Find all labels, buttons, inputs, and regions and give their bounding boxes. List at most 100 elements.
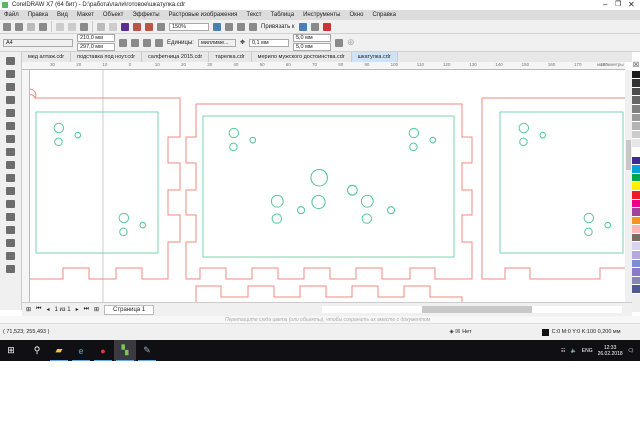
undo-icon[interactable] [97,22,105,31]
edge-icon[interactable]: e [70,340,92,361]
minimize-button[interactable]: – [603,0,607,9]
add-page-after-icon[interactable]: ⊞ [94,306,99,313]
ellipse-tool-icon[interactable] [6,148,15,156]
menu-item[interactable]: Эффекты [132,12,159,18]
polygon-tool-icon[interactable] [6,161,15,169]
vertical-scrollbar[interactable] [625,70,632,302]
document-tab[interactable]: мед алтаж.cdr [22,52,72,62]
vertical-scroll-thumb[interactable] [626,140,631,170]
language-indicator[interactable]: ENG [582,348,593,354]
search-content-icon[interactable] [121,22,129,31]
eyedropper-tool-icon[interactable] [6,239,15,247]
transparency-tool-icon[interactable] [6,226,15,234]
color-swatch[interactable] [632,87,640,97]
crop-tool-icon[interactable] [6,83,15,91]
file-explorer-icon[interactable]: ▰ [48,340,70,361]
treat-as-filled-icon[interactable] [334,38,343,47]
menu-item[interactable]: Справка [372,12,396,18]
volume-icon[interactable]: 🔈 [571,348,577,354]
start-icon[interactable]: ⊞ [0,340,22,361]
artistic-media-tool-icon[interactable] [6,122,15,130]
document-tab[interactable]: салфетница 2015.cdr [142,52,210,62]
rectangle-tool-icon[interactable] [6,135,15,143]
page-width-input[interactable]: 210,0 мм [77,34,115,42]
next-page-icon[interactable]: ▸ [76,306,79,313]
menu-item[interactable]: Вид [57,12,68,18]
restore-button[interactable]: ❐ [615,0,621,8]
copy-icon[interactable] [68,22,76,31]
outline-color-swatch[interactable] [541,328,549,336]
drop-shadow-tool-icon[interactable] [6,213,15,221]
units-select[interactable]: миллиме... [197,38,236,47]
welcome-icon[interactable] [298,22,307,31]
document-tab[interactable]: тарелка.cdr [209,52,252,62]
color-swatch[interactable] [632,225,640,234]
color-swatch[interactable] [632,122,640,131]
vertical-ruler[interactable] [22,70,30,302]
menu-item[interactable]: Макет [77,12,94,18]
drawing-canvas[interactable] [30,70,625,302]
color-swatch[interactable] [632,276,640,286]
color-swatch[interactable] [632,173,640,183]
zoom-select[interactable]: 150% [169,22,209,31]
freehand-tool-icon[interactable] [6,109,15,117]
color-swatch[interactable] [632,190,640,200]
color-swatch[interactable] [632,96,640,105]
horizontal-ruler[interactable]: 30 20 10 0 10 20 30 40 50 60 70 80 90 100 110 120 130 140… [22,62,625,70]
landscape-icon[interactable] [131,38,139,47]
guidelines-icon[interactable] [249,22,257,31]
shape-tool-icon[interactable] [6,70,15,78]
menu-item[interactable]: Объект [103,12,123,18]
color-swatch[interactable] [632,139,640,148]
zoom-tool-icon[interactable] [6,96,15,104]
color-swatch[interactable] [632,113,640,123]
horizontal-scroll-thumb[interactable] [422,306,532,313]
rulers-icon[interactable] [225,22,233,31]
save-icon[interactable] [27,22,35,31]
last-page-icon[interactable]: ⏭ [84,306,89,313]
notifications-icon[interactable]: 🗨 [628,348,634,354]
duplicate-y-input[interactable]: 5,0 мм [292,43,331,51]
cut-icon[interactable] [56,22,64,31]
color-swatch[interactable] [632,242,640,252]
document-tab[interactable]: подставка под ноут.cdr [71,52,143,62]
coreldraw-capture-icon[interactable]: ✎ [136,340,158,361]
menu-item[interactable]: Текст [246,12,261,18]
menu-item[interactable]: Инструменты [303,12,340,18]
color-swatch[interactable] [632,268,640,277]
color-swatch[interactable] [632,208,640,217]
portrait-icon[interactable] [119,38,127,47]
page-size-select[interactable]: A4 [3,38,73,47]
color-swatch[interactable] [632,199,640,209]
paste-icon[interactable] [80,22,88,31]
color-swatch[interactable] [632,259,640,269]
duplicate-x-input[interactable]: 5,0 мм [292,34,331,42]
add-page-icon[interactable]: ⊞ [26,306,31,313]
menu-item[interactable]: Файл [4,12,19,18]
color-swatch[interactable] [632,156,640,166]
no-color-swatch[interactable]: ☒ [632,62,640,71]
document-tab[interactable]: мерило мужского достоинства.cdr [252,52,352,62]
options-icon[interactable] [310,22,319,31]
text-tool-icon[interactable] [6,174,15,182]
page-tab[interactable]: Страница 1 [104,304,155,315]
add-icon[interactable]: ⊕ [347,37,355,48]
color-swatch[interactable] [632,79,640,88]
all-pages-icon[interactable] [143,38,151,47]
export-icon[interactable] [145,22,153,31]
color-swatch[interactable] [632,130,640,140]
snap-to-dropdown[interactable]: Привязать к [261,24,295,30]
color-swatch[interactable] [632,147,640,157]
yandex-browser-icon[interactable]: ● [92,340,114,361]
new-icon[interactable] [3,22,11,31]
coreldraw-icon[interactable]: ▚ [114,340,136,361]
redo-icon[interactable] [109,22,117,31]
current-page-icon[interactable] [155,38,163,47]
grid-icon[interactable] [237,22,245,31]
launch-icon[interactable] [322,22,331,31]
connector-tool-icon[interactable] [6,200,15,208]
search-icon[interactable]: ⚲ [26,340,48,361]
network-icon[interactable]: ☷ [561,348,565,354]
menu-item[interactable]: Правка [28,12,48,18]
close-button[interactable]: ✕ [628,0,635,9]
